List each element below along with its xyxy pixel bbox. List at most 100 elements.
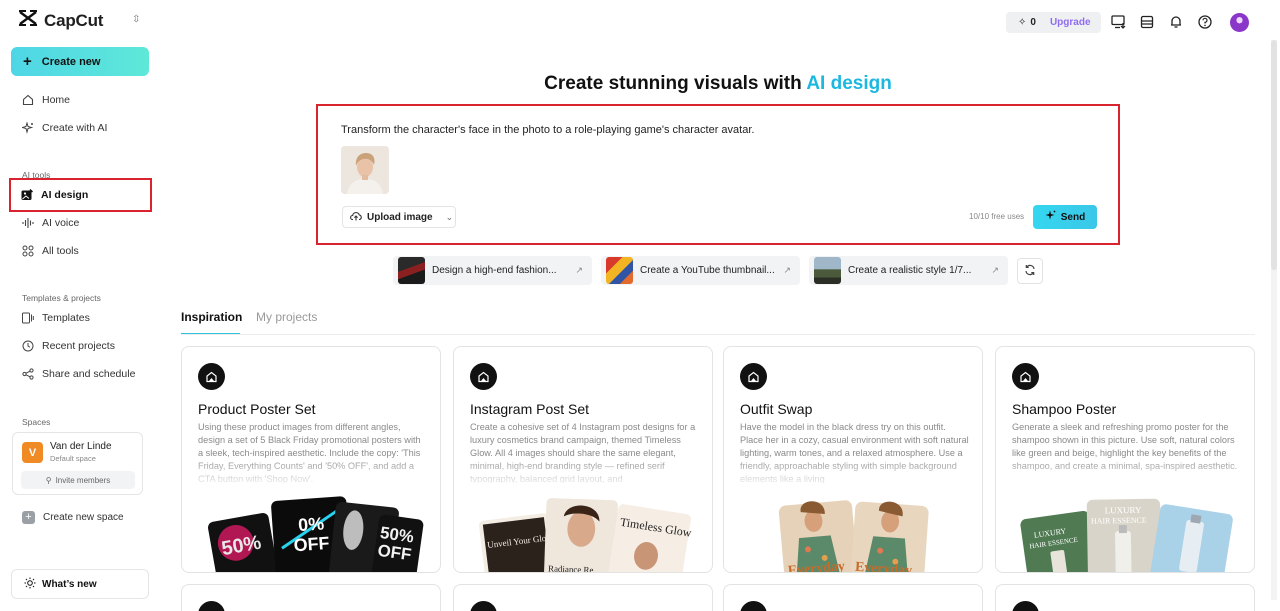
sidebar-item-label: Home xyxy=(42,94,71,106)
monitor-download-icon[interactable] xyxy=(1110,14,1126,30)
suggestion-chip[interactable]: Design a high-end fashion... ↗ xyxy=(393,256,592,285)
create-new-button[interactable]: + Create new xyxy=(11,47,149,76)
inspiration-card-instagram-post[interactable]: Instagram Post Set Create a cohesive set… xyxy=(453,346,713,573)
whats-new-button[interactable]: What’s new xyxy=(11,569,149,599)
sidebar-item-label: AI voice xyxy=(42,217,80,229)
suggestion-chip[interactable]: Create a realistic style 1/7... ↗ xyxy=(809,256,1008,285)
sidebar-item-create-with-ai[interactable]: Create with AI xyxy=(12,115,149,141)
home-icon xyxy=(22,94,34,106)
plus-icon: + xyxy=(22,511,35,524)
sidebar-item-templates[interactable]: Templates xyxy=(12,305,149,331)
sidebar-item-recent-projects[interactable]: Recent projects xyxy=(12,333,149,359)
sidebar-item-label: Recent projects xyxy=(42,340,115,352)
inspiration-card-row2[interactable] xyxy=(453,584,713,611)
sidebar-item-share-schedule[interactable]: Share and schedule xyxy=(12,361,149,387)
suggestion-thumbnail xyxy=(398,257,425,284)
inspiration-card-row2[interactable] xyxy=(723,584,983,611)
user-add-icon: ⚲ xyxy=(45,475,52,485)
cloud-upload-icon xyxy=(350,211,362,224)
arrow-up-right-icon: ↗ xyxy=(575,265,583,275)
sidebar-item-label: Share and schedule xyxy=(42,368,136,380)
spaces-section-label: Spaces xyxy=(22,417,51,427)
arrow-up-right-icon: ↗ xyxy=(991,265,999,275)
inspiration-card-shampoo-poster[interactable]: Shampoo Poster Generate a sleek and refr… xyxy=(995,346,1255,573)
send-button[interactable]: Send xyxy=(1033,205,1097,229)
space-subtitle: Default space xyxy=(50,454,96,463)
upgrade-button[interactable]: Upgrade xyxy=(1050,17,1091,28)
template-icon xyxy=(22,312,34,324)
card-title: Outfit Swap xyxy=(740,401,813,417)
sparkle-icon: ✧ xyxy=(1018,17,1027,28)
page-title-highlight: AI design xyxy=(806,73,892,94)
arrow-up-right-icon: ↗ xyxy=(783,265,791,275)
shampoo-poster-artwork: LUXURYHAIR ESSENCE LUXURYHAIR ESSENCE xyxy=(1020,498,1233,572)
sidebar-item-label: Templates xyxy=(42,312,90,324)
tab-my-projects[interactable]: My projects xyxy=(256,310,317,324)
credits-count: ✧ 0 xyxy=(1018,17,1036,28)
page-title-text: Create stunning visuals with xyxy=(544,73,807,94)
image-edit-icon xyxy=(470,363,497,390)
sidebar-item-ai-design[interactable]: AI design xyxy=(9,178,152,212)
product-poster-artwork: 50% 0%OFF 50%OFF xyxy=(207,496,424,572)
image-edit-icon xyxy=(198,363,225,390)
share-icon xyxy=(22,368,34,380)
card-title: Shampoo Poster xyxy=(1012,401,1117,417)
post-text: Radiance Re xyxy=(548,563,594,573)
whats-new-label: What’s new xyxy=(42,578,97,590)
chevron-down-icon[interactable]: ⌄ xyxy=(446,212,454,223)
inspiration-card-product-poster[interactable]: Product Poster Set Using these product i… xyxy=(181,346,441,573)
card-title: Instagram Post Set xyxy=(470,401,590,417)
credits-pill[interactable]: ✧ 0 Upgrade xyxy=(1006,12,1101,33)
capcut-logo[interactable]: CapCut xyxy=(18,10,103,31)
suggestion-label: Design a high-end fashion... xyxy=(432,265,557,276)
image-edit-icon xyxy=(198,601,225,611)
prompt-input[interactable]: Transform the character's face in the ph… xyxy=(341,124,754,136)
bell-icon[interactable] xyxy=(1168,14,1184,30)
suggestion-thumbnail xyxy=(606,257,633,284)
create-new-space-button[interactable]: + Create new space xyxy=(22,511,124,524)
suggestion-chip[interactable]: Create a YouTube thumbnail... ↗ xyxy=(601,256,800,285)
upload-image-label: Upload image xyxy=(367,211,433,223)
image-edit-icon xyxy=(1012,363,1039,390)
uploaded-image-thumbnail[interactable] xyxy=(341,146,389,194)
plus-icon: + xyxy=(23,53,32,70)
credits-value: 0 xyxy=(1030,17,1036,28)
inspiration-card-row2[interactable] xyxy=(995,584,1255,611)
app-root: CapCut ⇳ + Create new Home Create with A… xyxy=(0,0,1280,611)
page-scrollbar[interactable] xyxy=(1271,40,1277,600)
space-card[interactable]: V Van der Linde Default space ⚲ Invite m… xyxy=(12,432,143,495)
inspiration-card-outfit-swap[interactable]: Outfit Swap Have the model in the black … xyxy=(723,346,983,573)
refresh-suggestions-button[interactable] xyxy=(1017,258,1043,284)
image-edit-icon xyxy=(740,363,767,390)
sidebar-item-label: Create with AI xyxy=(42,122,108,134)
inbox-icon[interactable] xyxy=(1139,14,1155,30)
refresh-icon xyxy=(1024,264,1036,279)
help-icon[interactable] xyxy=(1197,14,1213,30)
app-name: CapCut xyxy=(44,10,104,30)
sidebar-item-ai-voice[interactable]: AI voice xyxy=(12,210,149,236)
space-avatar: V xyxy=(22,442,43,463)
poster-text: 0% xyxy=(298,513,325,535)
suggestion-thumbnail xyxy=(814,257,841,284)
grid-icon xyxy=(22,245,34,257)
invite-members-label: Invite members xyxy=(55,475,111,485)
shampoo-text: HAIR ESSENCE xyxy=(1091,516,1147,526)
waveform-icon xyxy=(22,217,34,229)
card-fade xyxy=(996,457,1254,489)
tab-divider xyxy=(181,334,1255,335)
sparkle-icon xyxy=(1045,210,1056,224)
prompt-box[interactable]: Transform the character's face in the ph… xyxy=(316,104,1120,245)
card-fade xyxy=(182,457,440,489)
card-fade xyxy=(454,457,712,489)
workspace-switch-icon[interactable]: ⇳ xyxy=(132,14,140,25)
image-edit-icon xyxy=(740,601,767,611)
space-name: Van der Linde xyxy=(50,441,112,452)
tab-inspiration[interactable]: Inspiration xyxy=(181,310,242,335)
user-avatar[interactable] xyxy=(1230,13,1249,32)
image-edit-icon xyxy=(470,601,497,611)
upload-image-button[interactable]: Upload image ⌄ xyxy=(342,206,456,228)
capcut-logo-icon xyxy=(18,10,38,31)
invite-members-button[interactable]: ⚲ Invite members xyxy=(21,471,135,489)
inspiration-card-row2[interactable] xyxy=(181,584,441,611)
sidebar-item-all-tools[interactable]: All tools xyxy=(12,238,149,264)
